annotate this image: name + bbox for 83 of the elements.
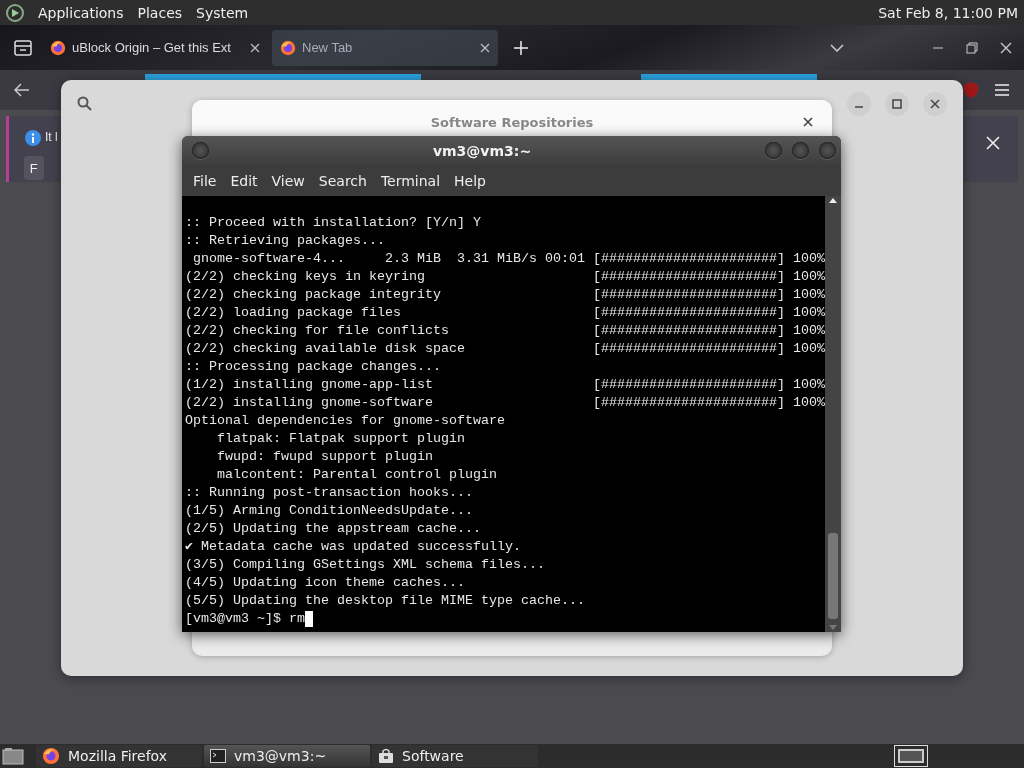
notification-button[interactable]: F bbox=[23, 156, 44, 180]
taskbar-item[interactable]: Software bbox=[372, 745, 538, 767]
percent-text: 100% bbox=[792, 394, 825, 412]
terminal-line: Optional dependencies for gnome-software bbox=[185, 412, 506, 430]
terminal-line: (4/5) Updating icon theme caches... bbox=[185, 574, 466, 592]
percent-text: 100% bbox=[792, 286, 825, 304]
progress-bar-text: [######################] bbox=[593, 268, 785, 286]
scrollbar[interactable] bbox=[825, 196, 841, 632]
menu-item[interactable]: Edit bbox=[225, 172, 263, 189]
menu-item[interactable]: Help bbox=[449, 172, 491, 189]
percent-text: 100% bbox=[792, 376, 825, 394]
distro-logo-icon bbox=[6, 3, 24, 22]
terminal-line: (2/2) checking package integrity bbox=[185, 286, 442, 304]
terminal-line: (5/5) Updating the desktop file MIME type cache... bbox=[185, 592, 586, 610]
browser-tab[interactable]: New Tab bbox=[272, 29, 498, 66]
terminal-line: (2/2) checking for file conflicts bbox=[185, 322, 450, 340]
shopping-bag-icon bbox=[378, 748, 394, 764]
workspace-switcher[interactable] bbox=[894, 745, 928, 767]
terminal-line: (1/2) installing gnome-app-list bbox=[185, 376, 434, 394]
search-icon[interactable] bbox=[77, 96, 93, 112]
clock: Sat Feb 8, 11:00 PM bbox=[878, 4, 1018, 21]
terminal-line: (2/2) checking available disk space bbox=[185, 340, 466, 358]
terminal-line: (2/2) checking keys in keyring bbox=[185, 268, 426, 286]
info-icon bbox=[25, 130, 41, 146]
menu-item[interactable]: View bbox=[266, 172, 310, 189]
close-icon[interactable] bbox=[480, 42, 490, 53]
menu-item[interactable]: File bbox=[188, 172, 222, 189]
plus-icon[interactable] bbox=[514, 40, 528, 55]
terminal-line: :: Proceed with installation? [Y/n] Y bbox=[185, 214, 482, 232]
panel-menu[interactable]: Places bbox=[137, 4, 183, 21]
terminal-line: (3/5) Compiling GSettings XML schema files... bbox=[185, 556, 546, 574]
scrollbar-thumb[interactable] bbox=[828, 533, 838, 619]
taskbar-item[interactable]: vm3@vm3:~ bbox=[204, 745, 370, 767]
menu-item[interactable]: Terminal bbox=[375, 172, 446, 189]
terminal-line: malcontent: Parental control plugin bbox=[216, 466, 498, 484]
terminal-line: :: Retrieving packages... bbox=[185, 232, 386, 250]
cursor bbox=[305, 611, 313, 627]
terminal-line: flatpak: Flatpak support plugin bbox=[216, 430, 466, 448]
minimize-icon[interactable] bbox=[847, 92, 871, 116]
percent-text: 100% bbox=[792, 322, 825, 340]
maximize-icon[interactable] bbox=[885, 92, 909, 116]
dialog-title: Software Repositories bbox=[430, 114, 594, 130]
firefox-icon bbox=[50, 39, 66, 56]
terminal-line: (2/5) Updating the appstream cache... bbox=[185, 520, 482, 538]
restore-icon[interactable] bbox=[966, 41, 978, 54]
terminal-line: (1/5) Arming ConditionNeedsUpdate... bbox=[185, 502, 474, 520]
progress-bar-text: [######################] bbox=[593, 250, 785, 268]
progress-bar-text: [######################] bbox=[593, 322, 785, 340]
taskbar-item[interactable]: Mozilla Firefox bbox=[36, 745, 202, 767]
percent-text: 100% bbox=[792, 250, 825, 268]
scroll-up-icon[interactable] bbox=[829, 198, 837, 203]
firefox-icon bbox=[42, 747, 60, 765]
terminal-icon bbox=[210, 749, 226, 763]
progress-bar-text: [######################] bbox=[593, 304, 785, 322]
terminal-line: fwupd: fwupd support plugin bbox=[216, 448, 434, 466]
terminal-line: :: Running post-transaction hooks... bbox=[185, 484, 474, 502]
percent-text: 100% bbox=[792, 304, 825, 322]
window-title: vm3@vm3:~ bbox=[431, 142, 533, 159]
menu-item[interactable]: Search bbox=[313, 172, 372, 189]
terminal-line: (2/2) loading package files bbox=[185, 304, 402, 322]
terminal-line: ✔ Metadata cache was updated successfully. bbox=[185, 538, 522, 556]
progress-bar-text: [######################] bbox=[593, 394, 785, 412]
panel-menu[interactable]: System bbox=[196, 4, 249, 21]
terminal-line: (2/2) installing gnome-software bbox=[185, 394, 434, 412]
percent-text: 100% bbox=[792, 268, 825, 286]
terminal-line: :: Processing package changes... bbox=[185, 358, 442, 376]
show-desktop-icon[interactable] bbox=[2, 747, 24, 765]
panel-menu[interactable]: Applications bbox=[38, 4, 124, 21]
notification-text: It l bbox=[45, 130, 58, 144]
chevron-down-icon[interactable] bbox=[830, 43, 844, 52]
progress-bar-text: [######################] bbox=[593, 340, 785, 358]
browser-tab[interactable]: uBlock Origin – Get this Ext bbox=[42, 29, 268, 66]
firefox-icon bbox=[280, 39, 296, 56]
close-icon[interactable] bbox=[923, 92, 947, 116]
close-icon[interactable] bbox=[250, 42, 260, 53]
back-arrow-icon[interactable] bbox=[14, 83, 30, 97]
prompt-text[interactable]: [vm3@vm3 ~]$ rm bbox=[185, 610, 305, 628]
terminal-line: gnome-software-4... 2.3 MiB 3.31 MiB/s 00:01 bbox=[192, 250, 586, 268]
progress-bar-text: [######################] bbox=[593, 286, 785, 304]
percent-text: 100% bbox=[792, 340, 825, 358]
progress-bar-text: [######################] bbox=[593, 376, 785, 394]
menu-icon[interactable] bbox=[994, 83, 1010, 97]
close-icon[interactable] bbox=[803, 117, 813, 127]
